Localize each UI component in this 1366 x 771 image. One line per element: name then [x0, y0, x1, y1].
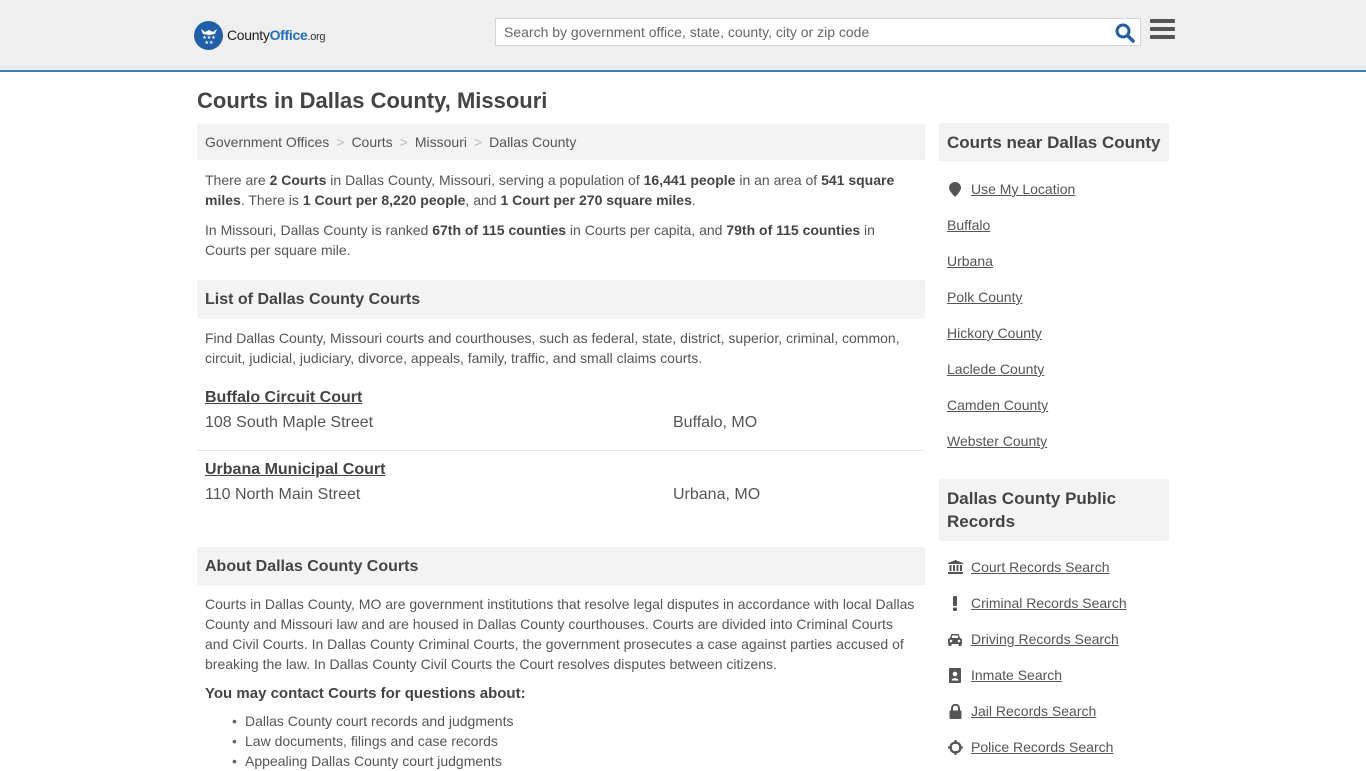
highlighted-stat: 79th of 115 counties: [726, 222, 861, 238]
breadcrumb: Government Offices > Courts > Missouri >…: [197, 124, 925, 160]
search-box: [495, 18, 1141, 46]
text-run: , and: [465, 192, 501, 208]
main-content: Government Offices > Courts > Missouri >…: [197, 124, 925, 771]
police-records-search-link[interactable]: Police Records Search: [971, 739, 1113, 755]
exclamation-icon: [947, 595, 963, 611]
id-badge-icon: [947, 667, 963, 683]
intro-summary: There are 2 Courts in Dallas County, Mis…: [197, 170, 925, 210]
list-item: Dallas County court records and judgment…: [232, 711, 925, 731]
courthouse-icon: [947, 559, 963, 575]
sidebar: Courts near Dallas County Use My Locatio…: [939, 123, 1169, 765]
nearby-link-item: Webster County: [947, 423, 1161, 459]
court-list-item: Urbana Municipal Court 110 North Main St…: [197, 451, 925, 511]
breadcrumb-courts[interactable]: Courts: [351, 134, 392, 150]
nearby-link-buffalo[interactable]: Buffalo: [947, 217, 990, 233]
nearby-courts-list: Use My Location Buffalo Urbana Polk Coun…: [939, 171, 1169, 459]
highlighted-stat: 2 Courts: [269, 172, 327, 188]
list-item: Law documents, filings and case records: [232, 731, 925, 751]
text-run: .: [691, 192, 696, 208]
menu-bar: [1150, 27, 1175, 31]
jail-records-search-link[interactable]: Jail Records Search: [971, 703, 1096, 719]
court-list-item: Buffalo Circuit Court 108 South Maple St…: [197, 386, 925, 451]
public-record-item: Inmate Search: [947, 657, 1161, 693]
text-run: In Missouri, Dallas County is ranked: [205, 222, 433, 238]
map-marker-icon: [947, 181, 963, 197]
menu-bar: [1150, 35, 1175, 39]
nearby-link-item: Camden County: [947, 387, 1161, 423]
use-my-location-item: Use My Location: [947, 171, 1161, 207]
breadcrumb-separator: >: [336, 134, 345, 150]
criminal-records-search-link[interactable]: Criminal Records Search: [971, 595, 1127, 611]
nearby-link-laclede-county[interactable]: Laclede County: [947, 361, 1044, 377]
court-address: 110 North Main Street: [205, 486, 361, 503]
logo-text: CountyOffice.org: [227, 27, 326, 43]
court-address: 108 South Maple Street: [205, 414, 374, 431]
court-city: Urbana, MO: [673, 486, 761, 503]
breadcrumb-separator: >: [399, 134, 408, 150]
nearby-link-camden-county[interactable]: Camden County: [947, 397, 1048, 413]
site-logo[interactable]: ★★★ ★★ CountyOffice.org: [194, 20, 326, 50]
nearby-link-item: Laclede County: [947, 351, 1161, 387]
hamburger-menu-button[interactable]: [1150, 19, 1175, 43]
public-record-item: Criminal Records Search: [947, 585, 1161, 621]
court-city: Buffalo, MO: [673, 414, 758, 431]
list-section-heading: List of Dallas County Courts: [197, 280, 925, 319]
crosshairs-icon: [947, 739, 963, 755]
eagle-stars-icon: ★★★ ★★: [194, 20, 223, 50]
court-name-link[interactable]: Urbana Municipal Court: [205, 461, 385, 479]
about-section-text: Courts in Dallas County, MO are governme…: [205, 596, 915, 672]
breadcrumb-government-offices[interactable]: Government Offices: [205, 134, 329, 150]
inmate-search-link[interactable]: Inmate Search: [971, 667, 1062, 683]
public-record-item: Police Records Search: [947, 729, 1161, 765]
breadcrumb-separator: >: [473, 134, 483, 150]
public-record-item: Driving Records Search: [947, 621, 1161, 657]
highlighted-stat: 67th of 115 counties: [432, 222, 567, 238]
court-name-link[interactable]: Buffalo Circuit Court: [205, 389, 362, 407]
list-section-description: Find Dallas County, Missouri courts and …: [205, 330, 900, 366]
svg-text:★★: ★★: [204, 40, 213, 46]
text-run: There are: [205, 172, 270, 188]
site-header: ★★★ ★★ CountyOffice.org: [0, 0, 1366, 72]
text-run: in Dallas County, Missouri, serving a po…: [326, 172, 644, 188]
highlighted-stat: 16,441 people: [643, 172, 736, 188]
page-title: Courts in Dallas County, Missouri: [197, 88, 548, 113]
breadcrumb-missouri[interactable]: Missouri: [415, 134, 467, 150]
highlighted-stat: 1 Court per 270 square miles: [500, 192, 692, 208]
driving-records-search-link[interactable]: Driving Records Search: [971, 631, 1119, 647]
nearby-link-webster-county[interactable]: Webster County: [947, 433, 1047, 449]
search-button[interactable]: [1114, 22, 1136, 44]
court-records-search-link[interactable]: Court Records Search: [971, 559, 1110, 575]
public-record-item: Jail Records Search: [947, 693, 1161, 729]
list-item: Appealing Dallas County court judgments: [232, 751, 925, 771]
public-records-heading: Dallas County Public Records: [939, 479, 1169, 541]
public-record-item: Court Records Search: [947, 549, 1161, 585]
search-icon: [1115, 23, 1135, 43]
breadcrumb-dallas-county[interactable]: Dallas County: [489, 134, 576, 150]
text-run: in Courts per capita, and: [566, 222, 727, 238]
contact-heading: You may contact Courts for questions abo…: [205, 685, 526, 702]
highlighted-stat: 1 Court per 8,220 people: [302, 192, 466, 208]
car-icon: [947, 631, 963, 647]
about-section-heading: About Dallas County Courts: [197, 547, 925, 586]
menu-bar: [1150, 19, 1175, 23]
contact-topics-list: Dallas County court records and judgment…: [197, 711, 925, 771]
nearby-link-item: Urbana: [947, 243, 1161, 279]
use-my-location-link[interactable]: Use My Location: [971, 181, 1075, 197]
intro-ranking: In Missouri, Dallas County is ranked 67t…: [197, 220, 925, 260]
text-run: . There is: [240, 192, 303, 208]
nearby-link-item: Hickory County: [947, 315, 1161, 351]
nearby-link-polk-county[interactable]: Polk County: [947, 289, 1022, 305]
lock-icon: [947, 703, 963, 719]
public-records-list: Court Records Search Criminal Records Se…: [939, 549, 1169, 765]
nearby-link-item: Polk County: [947, 279, 1161, 315]
search-input[interactable]: [496, 19, 1096, 45]
nearby-link-hickory-county[interactable]: Hickory County: [947, 325, 1042, 341]
courts-near-heading: Courts near Dallas County: [939, 123, 1169, 162]
nearby-link-item: Buffalo: [947, 207, 1161, 243]
nearby-link-urbana[interactable]: Urbana: [947, 253, 993, 269]
text-run: in an area of: [735, 172, 822, 188]
